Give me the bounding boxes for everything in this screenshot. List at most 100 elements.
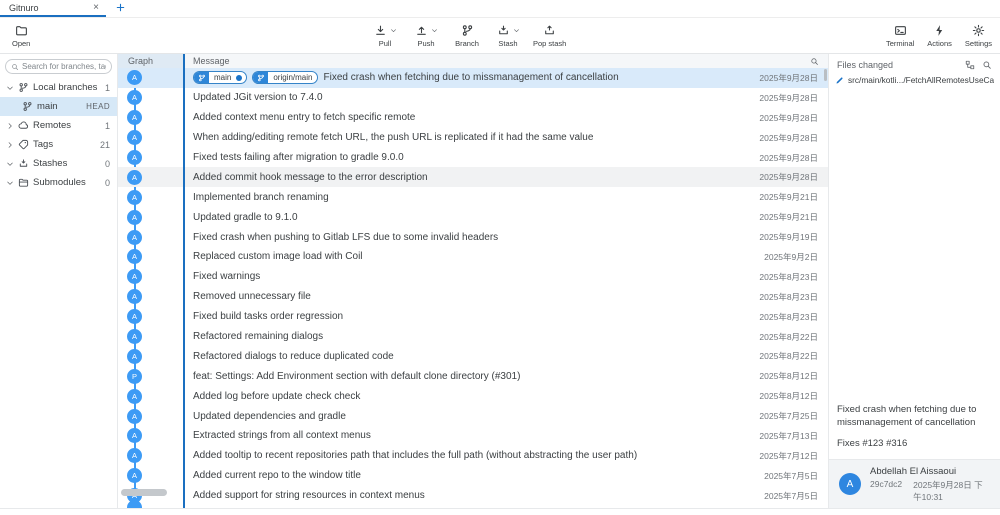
chevron-down-icon[interactable]: [390, 27, 397, 34]
vertical-scrollbar[interactable]: [824, 69, 827, 81]
stash-icon: [497, 24, 510, 37]
commit-row[interactable]: A Updated gradle to 9.1.0 2025年9月21日: [118, 207, 828, 227]
tree-view-icon[interactable]: [965, 60, 975, 70]
commit-message-title: Fixed crash when fetching due to missman…: [837, 404, 992, 429]
open-button[interactable]: Open: [12, 23, 30, 48]
chevron-down-icon[interactable]: [431, 27, 438, 34]
commit-message: Updated JGit version to 7.4.0: [193, 92, 323, 103]
toolbar-stash-button[interactable]: Stash: [492, 23, 524, 48]
toolbar-actions-button[interactable]: Actions: [927, 23, 952, 48]
sidebar: Local branches 1 main HEAD Remotes 1 Tag…: [0, 54, 118, 508]
commit-avatar: A: [127, 130, 142, 145]
sidebar-item-stashes[interactable]: Stashes 0: [0, 154, 117, 173]
sidebar-item-submodules[interactable]: Submodules 0: [0, 173, 117, 192]
commit-row[interactable]: A Refactored remaining dialogs 2025年8月22…: [118, 327, 828, 347]
terminal-icon: [894, 24, 907, 37]
chevron-down-icon[interactable]: [5, 179, 14, 187]
files-changed-title: Files changed: [837, 60, 958, 70]
commit-row[interactable]: A Added current repo to the window title…: [118, 466, 828, 486]
commit-row[interactable]: A Refactored dialogs to reduce duplicate…: [118, 346, 828, 366]
sidebar-item-remotes[interactable]: Remotes 1: [0, 116, 117, 135]
commit-message: Added current repo to the window title: [193, 470, 361, 481]
commit-row[interactable]: A Fixed tests failing after migration to…: [118, 148, 828, 168]
toolbar-center-group: Pull Push Branch Stash Pop stash: [369, 23, 566, 48]
commit-message: Refactored dialogs to reduce duplicated …: [193, 351, 394, 362]
chevron-down-icon[interactable]: [513, 27, 520, 34]
message-column-header: Message: [183, 54, 828, 68]
sidebar-item-main[interactable]: main HEAD: [0, 97, 117, 116]
stash-icon: [18, 158, 29, 169]
submodule-icon: [18, 177, 29, 188]
commit-row[interactable]: A Fixed warnings 2025年8月23日: [118, 267, 828, 287]
commit-row[interactable]: A Added commit hook message to the error…: [118, 167, 828, 187]
chevron-down-icon[interactable]: [5, 160, 14, 168]
toolbar-pull-button[interactable]: Pull: [369, 23, 401, 48]
commit-row[interactable]: A Replaced custom image load with Coil 2…: [118, 247, 828, 267]
chevron-right-icon[interactable]: [5, 141, 14, 149]
commit-avatar: A: [127, 269, 142, 284]
commit-avatar: A: [127, 249, 142, 264]
commit-row[interactable]: A Added support for string resources in …: [118, 486, 828, 506]
ref-chip-origin-main[interactable]: origin/main: [252, 71, 318, 84]
commit-row[interactable]: A main origin/main Fixed crash when fetc…: [118, 68, 828, 88]
chevron-right-icon[interactable]: [5, 122, 14, 130]
toolbar-settings-button[interactable]: Settings: [965, 23, 992, 48]
commit-message: Fixed crash when fetching due to missman…: [323, 72, 618, 83]
commit-row[interactable]: P feat: Settings: Add Environment sectio…: [118, 366, 828, 386]
chevron-down-icon[interactable]: [5, 84, 14, 92]
close-icon[interactable]: ×: [93, 2, 99, 13]
commit-date: 2025年8月12日: [759, 390, 828, 402]
commit-row[interactable]: A Removed unnecessary file 2025年8月23日: [118, 287, 828, 307]
commit-message: Added context menu entry to fetch specif…: [193, 112, 415, 123]
commit-row[interactable]: A Added context menu entry to fetch spec…: [118, 108, 828, 128]
commit-date: 2025年9月2日: [764, 251, 828, 263]
window-footer: [0, 508, 1000, 515]
commit-row[interactable]: A Updated dependencies and gradle 2025年7…: [118, 406, 828, 426]
commit-row[interactable]: A Implemented branch renaming 2025年9月21日: [118, 187, 828, 207]
commit-date: 2025年7月5日: [764, 490, 828, 502]
commit-row[interactable]: A Extracted strings from all context men…: [118, 426, 828, 446]
toolbar-push-button[interactable]: Push: [410, 23, 442, 48]
commit-row[interactable]: A Added log before update check check 20…: [118, 386, 828, 406]
commit-hash: 29c7dc2: [870, 479, 902, 503]
sidebar-search-input[interactable]: [22, 62, 106, 71]
sidebar-search-box[interactable]: [5, 59, 112, 74]
commit-list: A main origin/main Fixed crash when fetc…: [118, 68, 828, 506]
tab-gitnuro[interactable]: Gitnuro ×: [0, 0, 106, 17]
toolbar-branch-button[interactable]: Branch: [451, 23, 483, 48]
commit-message: When adding/editing remote fetch URL, th…: [193, 132, 593, 143]
toolbar-right-group: Terminal Actions Settings: [886, 23, 992, 48]
push-icon: [415, 24, 428, 37]
commit-date: 2025年8月23日: [759, 271, 828, 283]
toolbar-terminal-button[interactable]: Terminal: [886, 23, 914, 48]
commit-row[interactable]: A Fixed crash when pushing to Gitlab LFS…: [118, 227, 828, 247]
commit-avatar: A: [127, 230, 142, 245]
commit-avatar: A: [127, 349, 142, 364]
search-icon[interactable]: [810, 57, 819, 66]
commit-avatar: A: [127, 90, 142, 105]
commit-avatar: A: [127, 468, 142, 483]
toolbar-pop-stash-button[interactable]: Pop stash: [533, 23, 566, 48]
commit-date: 2025年9月19日: [759, 231, 828, 243]
commit-message: Added tooltip to recent repositories pat…: [193, 450, 637, 461]
sidebar-item-tags[interactable]: Tags 21: [0, 135, 117, 154]
horizontal-scrollbar[interactable]: [121, 489, 167, 496]
ref-chip-main[interactable]: main: [193, 71, 247, 84]
commit-message: Fixed tests failing after migration to g…: [193, 152, 404, 163]
commit-date: 2025年8月12日: [759, 370, 828, 382]
cloud-icon: [18, 120, 29, 131]
tag-icon: [18, 139, 29, 150]
lightning-icon: [933, 24, 946, 37]
commit-row[interactable]: A When adding/editing remote fetch URL, …: [118, 128, 828, 148]
commit-row[interactable]: A Fixed build tasks order regression 202…: [118, 307, 828, 327]
commit-row[interactable]: A Added tooltip to recent repositories p…: [118, 446, 828, 466]
commit-message: Removed unnecessary file: [193, 291, 311, 302]
sidebar-item-local-branches[interactable]: Local branches 1: [0, 78, 117, 97]
commit-avatar: A: [127, 70, 142, 85]
commit-row[interactable]: A Updated JGit version to 7.4.0 2025年9月2…: [118, 88, 828, 108]
commit-message: Added log before update check check: [193, 391, 360, 402]
commit-full-message: Fixed crash when fetching due to missman…: [829, 398, 1000, 459]
search-icon[interactable]: [982, 60, 992, 70]
new-tab-button[interactable]: [115, 0, 126, 17]
changed-file-row[interactable]: src/main/kotli.../FetchAllRemotesUseCase…: [829, 73, 1000, 87]
